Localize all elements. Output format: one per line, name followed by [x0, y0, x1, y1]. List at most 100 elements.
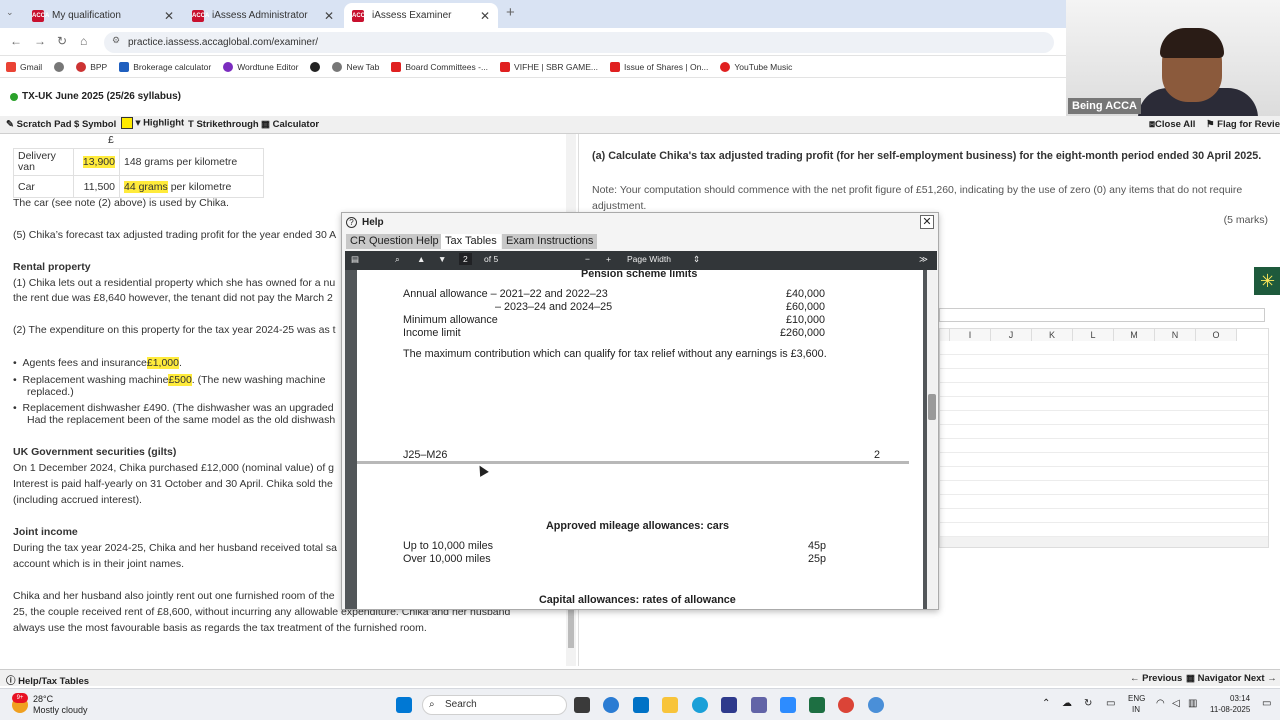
excel-icon[interactable] [809, 697, 825, 713]
vehicle-table: Delivery van 13,900 148 grams per kilome… [13, 148, 264, 198]
bookmark-issue-of-shares[interactable]: Issue of Shares | On... [609, 61, 708, 72]
sync-icon[interactable]: ↻ [1084, 698, 1092, 709]
language-code[interactable]: ENG [1128, 694, 1145, 703]
scrollbar-thumb[interactable] [928, 394, 936, 420]
windows-start-icon[interactable] [396, 697, 412, 713]
bullet-value: £500 [168, 374, 192, 386]
income-limit-value: £260,000 [780, 327, 826, 339]
page-down-icon[interactable]: ▼ [438, 254, 446, 264]
chrome-icon[interactable] [838, 697, 854, 713]
url-field[interactable]: practice.iassess.accaglobal.com/examiner… [104, 32, 1054, 53]
zoom-in-icon[interactable]: + [606, 254, 611, 264]
tab-title: iAssess Examiner [372, 10, 452, 21]
search-icon[interactable]: ⌕ [395, 254, 400, 265]
scrollbar-thumb[interactable] [568, 608, 574, 648]
sidebar-toggle-icon[interactable]: ▤ [351, 254, 359, 265]
home-icon[interactable]: ⌂ [80, 34, 87, 48]
previous-button[interactable]: ← Previous [1130, 673, 1182, 684]
pdf-scrollbar[interactable] [927, 270, 937, 609]
task-view-icon[interactable] [574, 697, 590, 713]
tool-label: Highlight [143, 117, 185, 129]
formula-bar[interactable] [939, 308, 1265, 322]
app-icon[interactable] [868, 697, 884, 713]
flag-for-review-button[interactable]: ⚑ Flag for Review [1206, 119, 1280, 130]
page-up-icon[interactable]: ▲ [417, 254, 425, 264]
copilot-icon[interactable] [603, 697, 619, 713]
acca-favicon-icon: ACCA [32, 9, 49, 22]
column-header-j[interactable]: J [991, 329, 1032, 341]
outlook-icon[interactable] [633, 697, 649, 713]
bookmark-gmail[interactable]: Gmail [6, 61, 42, 72]
column-header-k[interactable]: K [1032, 329, 1073, 341]
bookmark-board-committees[interactable]: Board Committees -... [391, 61, 488, 72]
column-header-l[interactable]: L [1073, 329, 1114, 341]
battery-icon[interactable]: ▭ [1106, 698, 1115, 709]
grid-row [940, 369, 1268, 383]
column-header-m[interactable]: M [1114, 329, 1155, 341]
volume-icon[interactable]: ◁ [1172, 698, 1180, 709]
page-number-input[interactable]: 2 [459, 253, 472, 265]
bookmark-globe[interactable] [54, 61, 65, 72]
edge-icon[interactable] [692, 697, 708, 713]
teams-icon[interactable] [751, 697, 767, 713]
exam-title-bar: TX-UK June 2025 (25/26 syllabus) [0, 86, 1280, 110]
gilts-line-3: (including accrued interest). [13, 494, 142, 506]
chevron-up-icon[interactable]: ⌃ [1042, 698, 1050, 709]
clock-time[interactable]: 03:14 [1230, 694, 1250, 703]
new-tab-button[interactable]: + [506, 4, 515, 21]
zoom-out-icon[interactable]: − [585, 254, 590, 264]
highlight-button[interactable]: ▾ Highlight [121, 117, 184, 129]
tab-exam-instructions[interactable]: Exam Instructions [502, 234, 598, 249]
acca-favicon-icon: ACCA [192, 9, 209, 22]
bookmark-chatgpt[interactable] [310, 61, 321, 72]
tab-iassess-examiner[interactable]: ACCA iAssess Examiner ✕ [344, 3, 498, 28]
close-all-button[interactable]: ⧈Close All [1149, 119, 1195, 130]
zoom-select[interactable]: Page Width [627, 254, 671, 264]
tool-label: Help/Tax Tables [18, 676, 90, 687]
forward-icon[interactable]: → [34, 34, 46, 48]
close-icon[interactable]: ✕ [920, 215, 934, 229]
file-explorer-icon[interactable] [662, 697, 678, 713]
visual-studio-icon[interactable] [721, 697, 737, 713]
power-icon[interactable]: ▥ [1188, 698, 1197, 709]
bookmark-youtube-music[interactable]: YouTube Music [720, 61, 792, 72]
column-header-n[interactable]: N [1155, 329, 1196, 341]
horizontal-scrollbar[interactable] [940, 537, 1268, 547]
column-header-o[interactable]: O [1196, 329, 1237, 341]
bookmark-brokerage[interactable]: Brokerage calculator [119, 61, 211, 72]
bookmark-new-tab[interactable]: New Tab [332, 61, 379, 72]
grid-row [940, 481, 1268, 495]
close-tab-icon[interactable]: ✕ [480, 9, 490, 23]
reload-icon[interactable]: ↻ [57, 34, 67, 48]
spreadsheet-grid[interactable]: I J K L M N O [939, 328, 1269, 548]
navigator-button[interactable]: ▦ Navigator [1186, 673, 1241, 684]
pdf-viewer[interactable]: Pension scheme limits Annual allowance –… [345, 270, 937, 609]
bookmark-vifhe[interactable]: VIFHE | SBR GAME... [500, 61, 598, 72]
tab-my-qualification[interactable]: ACCA My qualification ✕ [24, 3, 182, 28]
wifi-icon[interactable]: ◠ [1156, 698, 1165, 709]
taskbar-search[interactable]: Search [422, 695, 567, 715]
bookmark-bpp[interactable]: BPP [76, 61, 107, 72]
strikethrough-button[interactable]: T Strikethrough [188, 119, 259, 130]
site-info-icon[interactable]: ⚙ [112, 35, 120, 46]
tab-cr-question-help[interactable]: CR Question Help [346, 234, 443, 249]
bookmark-wordtune[interactable]: Wordtune Editor [223, 61, 298, 72]
more-tools-icon[interactable]: ≫ [919, 254, 928, 265]
scratch-pad-button[interactable]: ✎ Scratch Pad [6, 119, 72, 130]
tab-tax-tables[interactable]: Tax Tables [441, 234, 501, 249]
next-button[interactable]: Next → [1244, 673, 1277, 684]
notifications-icon[interactable]: ▭ [1262, 698, 1271, 709]
calculator-button[interactable]: ▦ Calculator [261, 119, 319, 130]
tab-iassess-administrator[interactable]: ACCA iAssess Administrator ✕ [184, 3, 342, 28]
column-header-i[interactable]: I [950, 329, 991, 341]
pdf-page: Pension scheme limits Annual allowance –… [357, 270, 923, 609]
zoom-icon[interactable] [780, 697, 796, 713]
close-tab-icon[interactable]: ✕ [324, 9, 334, 23]
tab-search-icon[interactable]: ⌄ [6, 7, 14, 18]
tray-icon[interactable]: ☁ [1062, 698, 1072, 709]
spreadsheet-tools-icon[interactable]: ✳ [1254, 267, 1280, 295]
back-icon[interactable]: ← [10, 34, 22, 48]
symbol-button[interactable]: $ Symbol [74, 119, 116, 130]
close-tab-icon[interactable]: ✕ [164, 9, 174, 23]
help-tax-tables-button[interactable]: ⓘ Help/Tax Tables [6, 673, 89, 687]
